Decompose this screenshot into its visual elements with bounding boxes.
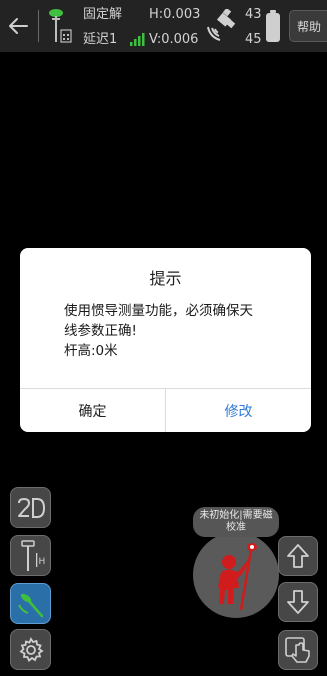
antenna-pole-button[interactable]: H	[10, 535, 51, 576]
svg-text:H: H	[38, 557, 45, 567]
help-button[interactable]: 帮助	[289, 10, 327, 42]
signal-strength-icon	[130, 33, 145, 46]
view-2d-icon	[17, 497, 45, 518]
imu-status-line1: 未初始化|需要磁	[199, 510, 273, 521]
imu-status-badge: 未初始化|需要磁 校准	[193, 507, 279, 537]
dialog-title: 提示	[149, 269, 182, 288]
gear-icon	[19, 636, 44, 662]
dialog-message-line: 杆高:0米	[64, 343, 118, 359]
back-button[interactable]	[5, 12, 31, 40]
imu-status-line2: 校准	[226, 522, 246, 533]
settings-button[interactable]	[10, 629, 51, 670]
solution-status: 固定解	[83, 7, 123, 22]
gnss-rover-icon[interactable]	[46, 6, 74, 46]
arrow-down-icon	[287, 590, 309, 614]
status-divider	[38, 10, 39, 42]
battery-icon	[266, 10, 280, 42]
view-2d-button[interactable]	[10, 487, 51, 528]
imu-calibration-button[interactable]	[193, 532, 279, 618]
confirm-button[interactable]: 确定	[20, 389, 165, 432]
tilt-pole-icon	[17, 593, 43, 617]
v-precision: V:0.006	[149, 32, 199, 47]
app-screen: 固定解 延迟1 H:0.003 V:0.006 43 45 帮助 H 未初始化|…	[0, 0, 327, 676]
dialog-message-line: 线参数正确!	[64, 323, 137, 339]
alert-dialog: 提示 使用惯导测量功能，必须确保天 线参数正确! 杆高:0米 确定 修改	[20, 248, 311, 432]
satellite-count-visible: 45	[245, 32, 262, 47]
dialog-message-line: 使用惯导测量功能，必须确保天	[64, 303, 253, 319]
move-down-button[interactable]	[278, 582, 318, 622]
satellite-count-used: 43	[245, 7, 262, 22]
modify-button[interactable]: 修改	[166, 389, 311, 432]
hand-pointer-icon	[285, 637, 310, 663]
tilt-survey-button[interactable]	[10, 583, 51, 624]
h-precision: H:0.003	[149, 7, 201, 22]
antenna-pole-icon: H	[20, 539, 45, 571]
status-bar: 固定解 延迟1 H:0.003 V:0.006 43 45 帮助	[0, 0, 327, 52]
touch-mode-button[interactable]	[278, 630, 318, 670]
delay-status: 延迟1	[83, 32, 118, 47]
arrow-left-icon	[9, 18, 28, 34]
arrow-up-icon	[287, 544, 309, 568]
surveyor-figure-icon	[218, 543, 257, 611]
dialog-message: 使用惯导测量功能，必须确保天 线参数正确! 杆高:0米	[64, 301, 289, 361]
satellite-icon[interactable]	[204, 9, 240, 43]
move-up-button[interactable]	[278, 536, 318, 576]
